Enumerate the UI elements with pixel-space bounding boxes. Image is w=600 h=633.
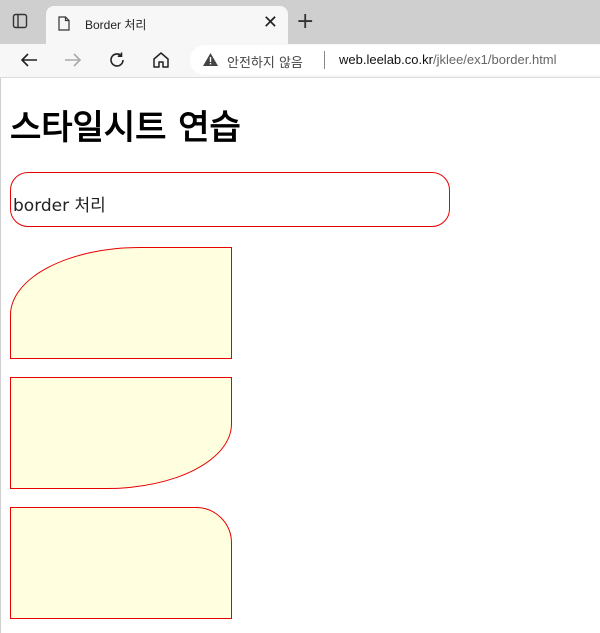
browser-toolbar: 안전하지 않음 web.leelab.co.kr/jklee/ex1/borde… (0, 44, 600, 78)
tab-bar: Border 처리 ✕ + (0, 0, 600, 44)
page-heading: 스타일시트 연습 (10, 108, 241, 148)
bottom-right-curved-box (10, 377, 232, 489)
address-bar[interactable]: 안전하지 않음 web.leelab.co.kr/jklee/ex1/borde… (190, 45, 600, 75)
new-tab-button[interactable]: + (296, 10, 314, 34)
browser-tab[interactable]: Border 처리 ✕ (46, 6, 288, 44)
not-secure-label[interactable]: 안전하지 않음 (227, 52, 303, 71)
top-right-rounded-box (10, 507, 232, 619)
rounded-border-box: border 처리 (10, 172, 450, 227)
refresh-icon[interactable] (105, 48, 129, 72)
url-text[interactable]: web.leelab.co.kr/jklee/ex1/border.html (339, 52, 557, 67)
top-left-curved-box (10, 247, 232, 359)
tab-title: Border 처리 (85, 18, 147, 32)
tab-actions-icon[interactable] (12, 13, 30, 31)
forward-arrow-icon[interactable] (61, 48, 85, 72)
url-path: /jklee/ex1/border.html (432, 52, 557, 67)
warning-icon[interactable] (202, 52, 219, 67)
page-icon (58, 16, 70, 31)
window-edge (0, 78, 1, 633)
close-tab-icon[interactable]: ✕ (263, 12, 278, 34)
url-host: web.leelab.co.kr (339, 52, 433, 67)
home-icon[interactable] (149, 48, 173, 72)
address-divider (324, 51, 325, 69)
border-box-text: border 처리 (13, 196, 106, 216)
back-arrow-icon[interactable] (17, 48, 41, 72)
